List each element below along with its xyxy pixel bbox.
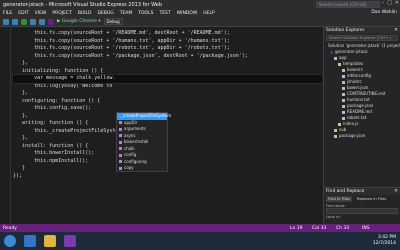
member-icon xyxy=(119,134,122,138)
project-icon xyxy=(330,50,333,54)
menu-file[interactable]: FILE xyxy=(3,11,12,16)
file-icon xyxy=(342,86,345,90)
file-icon xyxy=(342,80,345,84)
menu-test[interactable]: TEST xyxy=(159,11,170,16)
toolbar: ▶ Google Chrome ▾ Debug xyxy=(0,17,400,27)
menu-view[interactable]: VIEW xyxy=(35,11,47,16)
open-file-icon[interactable] xyxy=(30,18,36,25)
status-ready: Ready xyxy=(3,225,17,231)
maximize-icon[interactable]: □ xyxy=(387,0,392,6)
user-name[interactable]: Dan Wahlin xyxy=(371,9,397,17)
file-icon xyxy=(334,134,337,138)
undo-icon[interactable] xyxy=(48,18,54,25)
config-select[interactable]: Debug xyxy=(103,18,123,25)
menu-project[interactable]: PROJECT xyxy=(52,11,71,16)
back-icon[interactable] xyxy=(3,18,9,25)
file-explorer-icon[interactable] xyxy=(44,235,56,247)
look-in-label: Look in: xyxy=(326,214,341,219)
member-icon xyxy=(119,160,122,164)
file-icon xyxy=(342,92,345,96)
visual-studio-icon[interactable] xyxy=(64,235,76,247)
code-line[interactable]: configuring: function () { xyxy=(13,98,322,106)
find-tabs: Find in Files Replace in Files xyxy=(324,195,400,203)
status-bar: Ready Ln 19 Col 33 Ch 33 INS xyxy=(0,224,400,232)
find-replace-title: Find and Replace xyxy=(326,189,365,194)
menu-debug[interactable]: DEBUG xyxy=(98,11,114,16)
start-icon[interactable] xyxy=(4,235,16,247)
code-line[interactable]: }); xyxy=(13,173,322,181)
file-icon xyxy=(342,74,345,78)
member-icon xyxy=(119,127,122,131)
taskbar xyxy=(0,232,400,250)
run-browser-button[interactable]: ▶ Google Chrome ▾ xyxy=(57,19,101,24)
clock-date: 12/7/2014 xyxy=(372,240,396,246)
member-icon xyxy=(119,166,122,170)
window-title: generator-jstack - Microsoft Visual Stud… xyxy=(3,1,162,8)
solution-explorer: Solution Explorer ✕ Search Solution Expl… xyxy=(323,27,400,187)
file-icon xyxy=(342,104,345,108)
editor-gutter xyxy=(0,28,11,224)
status-line: Ln 19 xyxy=(290,225,303,231)
solution-explorer-title: Solution Explorer xyxy=(326,28,365,33)
code-line[interactable]: initializing: function () { xyxy=(13,68,322,76)
code-line[interactable]: }, xyxy=(13,60,322,68)
file-icon xyxy=(342,68,345,72)
code-editor[interactable]: this.fs.copy(sourceRoot + '/README.md', … xyxy=(0,28,322,224)
internet-explorer-icon[interactable] xyxy=(24,235,36,247)
solution-explorer-header: Solution Explorer ✕ xyxy=(324,27,400,34)
minimize-icon[interactable]: – xyxy=(382,0,385,6)
code-line[interactable]: }, xyxy=(13,90,322,98)
menu-window[interactable]: WINDOW xyxy=(177,11,198,16)
menu-build[interactable]: BUILD xyxy=(78,11,92,16)
file-icon xyxy=(342,116,345,120)
file-icon xyxy=(342,98,345,102)
tree-item[interactable]: package.json xyxy=(324,133,400,139)
status-col: Col 33 xyxy=(312,225,327,231)
find-replace-panel: Find and Replace ✕ Find in Files Replace… xyxy=(323,187,400,224)
member-icon xyxy=(119,147,122,151)
member-icon xyxy=(119,121,122,125)
folder-icon xyxy=(334,128,337,132)
intellisense-popup[interactable]: _createProjectFileSystem appDir arguments a… xyxy=(116,112,171,172)
close-icon[interactable]: ✕ xyxy=(395,0,399,6)
menu-team[interactable]: TEAM xyxy=(120,11,133,16)
member-icon xyxy=(119,140,122,144)
solution-search-input[interactable]: Search Solution Explorer (Ctrl+;) xyxy=(326,35,398,41)
member-icon xyxy=(119,153,122,157)
file-icon xyxy=(338,122,341,126)
forward-icon[interactable] xyxy=(12,18,18,25)
new-project-icon[interactable] xyxy=(21,18,27,25)
window-controls: – □ ✕ xyxy=(382,0,399,6)
close-icon[interactable]: ✕ xyxy=(394,188,398,195)
folder-icon xyxy=(334,56,337,60)
code-line[interactable]: this.fs.copy(sourceRoot + '/robots.txt',… xyxy=(13,45,322,53)
code-line[interactable]: this.fs.copy(sourceRoot + '/package.json… xyxy=(13,53,322,61)
tree-item-label: package.json xyxy=(339,133,366,138)
intellisense-option[interactable]: copy xyxy=(117,165,167,172)
menu-edit[interactable]: EDIT xyxy=(18,11,28,16)
tab-find-in-files[interactable]: Find in Files xyxy=(326,196,352,202)
close-icon[interactable]: ✕ xyxy=(394,27,398,34)
save-icon[interactable] xyxy=(39,18,45,25)
solution-tree: Solution 'generator-jstack' (1 project) g… xyxy=(324,42,400,139)
taskbar-clock[interactable]: 3:42 PM 12/7/2014 xyxy=(373,235,396,246)
quick-launch-input[interactable]: Search Launch (Ctrl+Q) xyxy=(316,1,380,8)
code-line[interactable]: this.log(yosay('Welcome to xyxy=(13,83,322,91)
file-icon xyxy=(342,110,345,114)
menu-tools[interactable]: TOOLS xyxy=(138,11,153,16)
status-mode: INS xyxy=(362,225,370,231)
code-line[interactable]: this.fs.copy(sourceRoot + '/README.md', … xyxy=(13,30,322,38)
folder-icon xyxy=(338,62,341,66)
menu-bar: FILE EDIT VIEW PROJECT BUILD DEBUG TEAM … xyxy=(0,9,400,17)
code-line[interactable]: this.fs.copy(sourceRoot + '/humans.txt',… xyxy=(13,38,322,46)
tab-replace-in-files[interactable]: Replace in Files xyxy=(355,196,388,202)
menu-help[interactable]: HELP xyxy=(203,11,214,16)
find-replace-header: Find and Replace ✕ xyxy=(324,188,400,195)
intellisense-option-label: copy xyxy=(124,165,134,170)
status-ch: Ch 33 xyxy=(336,225,350,231)
code-line[interactable]: var message = chalk.yellow. xyxy=(12,74,322,84)
